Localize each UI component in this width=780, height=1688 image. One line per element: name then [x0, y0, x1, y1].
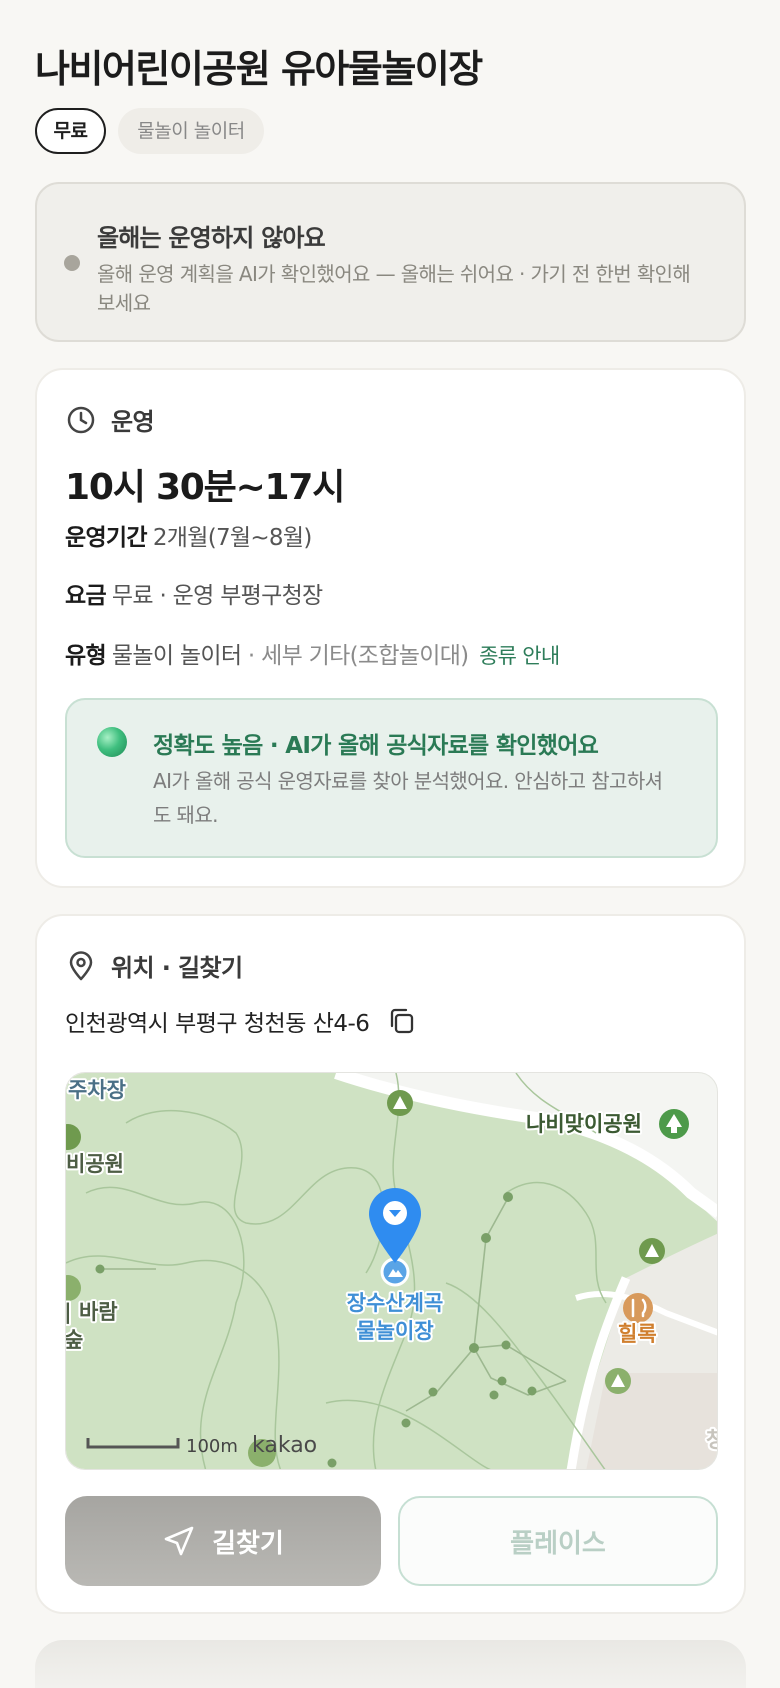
- accuracy-description: AI가 올해 공식 운영자료를 찾아 분석했어요. 안심하고 참고하셔도 돼요.: [153, 769, 663, 827]
- place-button[interactable]: 플레이스: [398, 1496, 718, 1586]
- location-header: 위치 · 길찾기: [65, 948, 243, 983]
- hours-card: 운영 10시 30분~17시 운영기간 2개월(7월~8월) 요금 무료 · 운영 …: [35, 368, 746, 888]
- period-value: 2개월(7월~8월): [152, 525, 312, 551]
- map-label-parking: 주차장: [68, 1078, 126, 1102]
- accuracy-title: 정확도 높음 · AI가 올해 공식자료를 확인했어요: [153, 733, 599, 759]
- hours-section-label: 운영: [111, 408, 155, 436]
- fee-row: 요금 무료 · 운영 부평구청장: [65, 576, 323, 610]
- type-row: 유형 물놀이 놀이터 · 세부 기타(조합놀이대) 종류 안내: [65, 636, 560, 670]
- map-scale-text: 100m: [186, 1436, 238, 1457]
- clock-icon: [67, 406, 95, 433]
- kakao-logo: kakao: [252, 1433, 317, 1458]
- tag-free[interactable]: 무료: [35, 108, 106, 154]
- period-label: 운영기간: [65, 525, 148, 551]
- type-detail: · 세부 기타(조합놀이대): [241, 643, 469, 669]
- location-card: 위치 · 길찾기 인천광역시 부평구 청천동 산4-6 주차장 비공원 | 바람…: [35, 914, 746, 1614]
- status-notice: 올해는 운영하지 않아요 올해 운영 계획을 AI가 확인했어요 — 올해는 쉬…: [35, 182, 746, 342]
- type-value: 물놀이 놀이터: [111, 643, 242, 669]
- location-pin-icon: [69, 950, 93, 980]
- page-title: 나비어린이공원 유아물놀이장: [35, 47, 483, 91]
- map-label-wind-2: 숲: [66, 1328, 83, 1352]
- status-dot: [64, 255, 80, 271]
- map-label-target-1: 장수산계곡: [347, 1291, 444, 1315]
- type-label: 유형: [65, 643, 107, 669]
- tag-type[interactable]: 물놀이 놀이터: [118, 108, 264, 154]
- map-view[interactable]: 주차장 비공원 | 바람 숲 나비맞이공원 힐록 장수산계곡 물놀이장 청 10…: [65, 1072, 718, 1470]
- location-section-label: 위치 · 길찾기: [111, 954, 243, 982]
- next-card-peek: [35, 1640, 746, 1688]
- map-label-edge: 청: [706, 1428, 718, 1452]
- address-text: 인천광역시 부평구 청천동 산4-6: [65, 1011, 370, 1037]
- directions-button[interactable]: 길찾기: [65, 1496, 381, 1586]
- map-label-nabi-park: 나비맞이공원: [526, 1112, 642, 1136]
- type-guide-link[interactable]: 종류 안내: [479, 644, 560, 668]
- map-label-restaurant: 힐록: [618, 1322, 657, 1346]
- accuracy-orb-icon: [97, 727, 127, 757]
- place-button-label: 플레이스: [510, 1528, 606, 1559]
- operating-time: 10시 30분~17시: [65, 467, 345, 508]
- period-row: 운영기간 2개월(7월~8월): [65, 518, 312, 552]
- fee-label: 요금: [65, 583, 107, 609]
- directions-button-label: 길찾기: [212, 1528, 284, 1559]
- address-row: 인천광역시 부평구 청천동 산4-6: [65, 1004, 417, 1038]
- notice-description: 올해 운영 계획을 AI가 확인했어요 — 올해는 쉬어요 · 가기 전 한번 …: [97, 262, 691, 315]
- navigation-arrow-icon: [164, 1526, 194, 1556]
- hours-header: 운영: [65, 402, 155, 437]
- fee-value: 무료 · 운영 부평구청장: [111, 583, 323, 609]
- map-label-wind-1: | 바람: [66, 1300, 118, 1325]
- map-label-target-2: 물놀이장: [356, 1319, 433, 1343]
- notice-title: 올해는 운영하지 않아요: [97, 224, 326, 252]
- map-label-park-left: 비공원: [66, 1152, 124, 1176]
- accuracy-box: 정확도 높음 · AI가 올해 공식자료를 확인했어요 AI가 올해 공식 운영…: [65, 698, 718, 858]
- copy-icon[interactable]: [387, 1006, 417, 1036]
